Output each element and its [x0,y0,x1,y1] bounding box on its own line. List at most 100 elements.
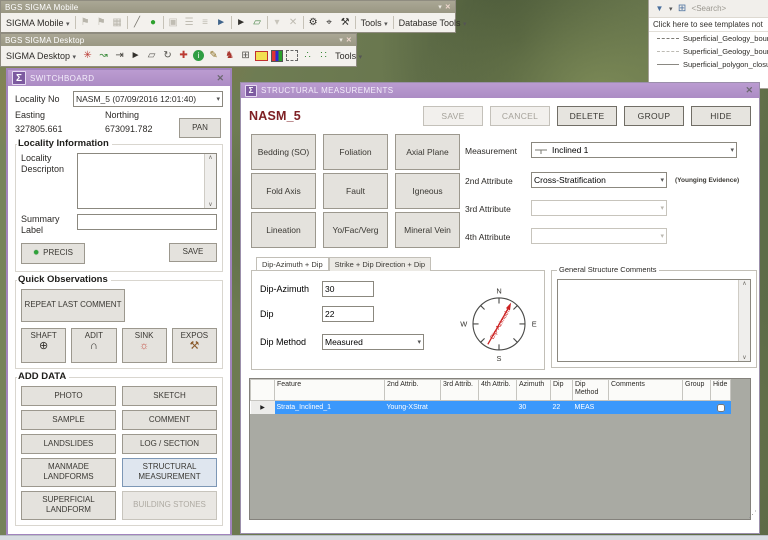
steps-icon[interactable]: ≡ [199,17,212,28]
attribute3-select[interactable]: ▾ [531,200,667,216]
superficial-landform-button[interactable]: SUPERFICIAL LANDFORM [21,490,116,520]
adit-button[interactable]: ADIT ∩ [71,327,117,363]
log-section-button[interactable]: LOG / SECTION [122,433,217,454]
fold-axis-button[interactable]: Fold Axis [251,173,316,209]
list-item[interactable]: Superficial_Geology_boundary [649,45,768,58]
scroll-down-icon[interactable]: ∨ [742,354,746,361]
templates-link[interactable]: Click here to see templates not [649,18,768,32]
rectangle-template-icon[interactable] [255,50,269,61]
hide-button[interactable]: HIDE [691,106,751,126]
select-arrow-icon[interactable]: ► [129,50,142,61]
mobile-toolbar-titlebar[interactable]: BGS SIGMA Mobile ▾ ✕ [1,1,455,13]
close-icon[interactable]: ✕ [743,85,755,96]
points-icon[interactable]: ∷ [317,50,330,61]
repeat-last-comment-button[interactable]: REPEAT LAST COMMENT [21,288,125,322]
expos-button[interactable]: EXPOS ⚒ [171,327,217,363]
locality-no-select[interactable]: NASM_5 (07/09/2016 12:01:40) ▾ [73,91,223,107]
foliation-button[interactable]: Foliation [323,134,388,170]
list-item[interactable]: Superficial_polygon_closure [649,58,768,71]
comment-button[interactable]: COMMENT [122,409,217,430]
search-input[interactable]: <Search> [692,4,727,13]
digitize-icon[interactable]: ♞ [223,50,236,61]
sink-button[interactable]: SINK ☼ [121,327,167,363]
reshape-line-icon[interactable]: ↝ [97,50,110,61]
building-stones-button[interactable]: BUILDING STONES [122,490,217,520]
dip-method-select[interactable]: Measured ▾ [322,334,424,350]
list-rows-icon[interactable]: ☰ [183,17,196,28]
sigma-desktop-menu[interactable]: SIGMA Desktop ▾ [4,51,78,61]
hide-checkbox[interactable] [716,403,725,412]
gps-satellite-icon[interactable]: ⚙ [307,17,320,28]
group-button[interactable]: GROUP [624,106,684,126]
panel-icon[interactable]: ▣ [167,17,180,28]
comments-textarea[interactable]: ∧ ∨ [557,279,751,362]
filter-icon[interactable]: ▼ [653,4,666,13]
scroll-up-icon[interactable]: ∧ [208,154,212,161]
structural-measurements-titlebar[interactable]: Σ STRUCTURAL MEASUREMENTS ✕ [241,83,759,98]
frame-icon[interactable]: ⊞ [239,50,252,61]
gps-status-icon[interactable]: ● [147,17,160,28]
scroll-up-icon[interactable]: ∧ [742,280,746,287]
pan-button[interactable]: PAN [179,118,221,138]
shaft-button[interactable]: SHAFT ⊕ [21,327,67,363]
sigma-mobile-menu[interactable]: SIGMA Mobile ▾ [4,18,72,28]
flag-icon[interactable]: ⚑ [95,17,108,28]
marquee-select-icon[interactable] [286,50,299,61]
merge-icon[interactable]: ⇥ [113,50,126,61]
manmade-landforms-button[interactable]: MANMADE LANDFORMS [21,457,116,487]
fault-button[interactable]: Fault [323,173,388,209]
table-row[interactable]: ▶ Strata_Inclined_1 Young-XStrat 30 22 M… [250,400,731,414]
polygon-sketch-icon[interactable]: ▱ [251,17,264,28]
sample-button[interactable]: SAMPLE [21,409,116,430]
chevron-down-icon[interactable]: ▾ [669,5,673,13]
bedding-button[interactable]: Bedding (SO) [251,134,316,170]
select-arrow-icon[interactable]: ► [235,17,248,28]
table-icon[interactable]: ⊞ [676,3,689,14]
scrollbar[interactable]: ∧ ∨ [204,154,216,208]
list-item[interactable]: Superficial_Geology_boundary [649,32,768,45]
attribute-table-icon[interactable]: ▦ [111,17,124,28]
switchboard-titlebar[interactable]: Σ SWITCHBOARD ✕ [8,70,230,86]
tab-dip-azimuth-dip[interactable]: Dip-Azimuth + Dip [256,257,329,270]
mobile-tools-menu[interactable]: Tools ▾ [359,18,390,28]
scroll-down-icon[interactable]: ∨ [208,201,212,208]
gps-position-icon[interactable]: ⌖ [323,17,336,28]
flag-icon[interactable]: ⚑ [79,17,92,28]
move-node-icon[interactable]: ✚ [177,50,190,61]
gps-tools-icon[interactable]: ⚒ [339,17,352,28]
lineation-button[interactable]: Lineation [251,212,316,248]
save-button[interactable]: SAVE [169,242,217,262]
igneous-button[interactable]: Igneous [395,173,460,209]
cancel-button[interactable]: CANCEL [490,106,550,126]
info-icon[interactable]: i [193,50,205,61]
attribute4-select[interactable]: ▾ [531,228,667,244]
save-button[interactable]: SAVE [423,106,483,126]
close-icon[interactable]: ✕ [346,36,352,44]
close-icon[interactable]: ✕ [214,73,226,84]
topology-web-icon[interactable]: ✳ [81,50,94,61]
desktop-tools-menu[interactable]: Tools ▾ [333,51,364,61]
locality-description-textarea[interactable]: ∧ ∨ [77,153,217,209]
resize-grip[interactable]: ⋰ [748,509,757,520]
attribute2-select[interactable]: Cross-Stratification ▾ [531,172,667,188]
vertices-icon[interactable]: ∴ [301,50,314,61]
measurement-select[interactable]: Inclined 1 ▾ [531,142,737,158]
row-selector-icon[interactable]: ▶ [250,400,275,414]
dropdown-small-icon[interactable]: ▾ [271,17,284,28]
dip-input[interactable] [322,306,374,322]
color-bars-icon[interactable] [271,49,284,62]
rotate-icon[interactable]: ↻ [161,50,174,61]
delete-icon[interactable]: ✕ [287,17,300,28]
toolbar-options-icon[interactable]: ▾ [438,3,442,11]
precis-button[interactable]: ● PRECIS [21,242,85,264]
sketch-button[interactable]: SKETCH [122,385,217,406]
summary-label-input[interactable] [77,214,217,230]
toolbar-options-icon[interactable]: ▾ [339,36,343,44]
tab-strike-dip-direction-dip[interactable]: Strike + Dip Direction + Dip [328,257,432,271]
photo-button[interactable]: PHOTO [21,385,116,406]
dip-azimuth-input[interactable] [322,281,374,297]
delete-button[interactable]: DELETE [557,106,617,126]
landslides-button[interactable]: LANDSLIDES [21,433,116,454]
lock-edit-icon[interactable]: ✎ [207,50,220,61]
yo-fac-verg-button[interactable]: Yo/Fac/Verg [323,212,388,248]
